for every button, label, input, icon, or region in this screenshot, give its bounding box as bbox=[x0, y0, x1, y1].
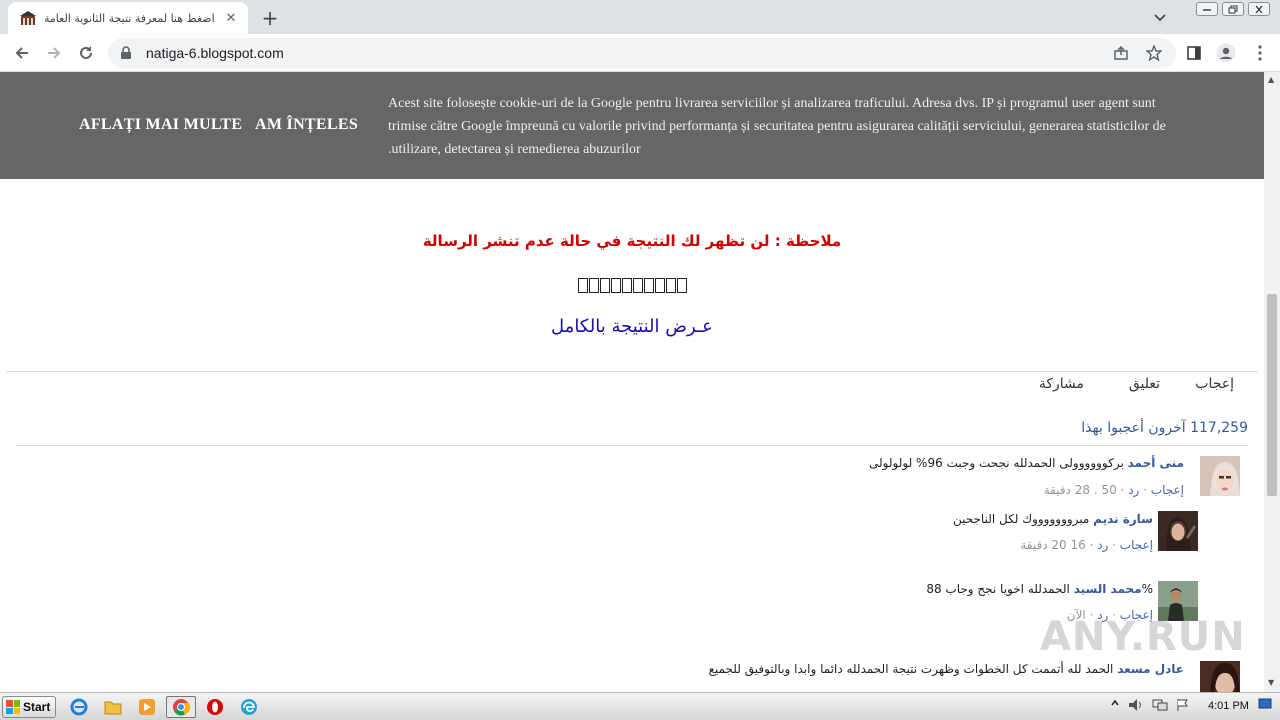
comment-action-button[interactable]: تعليق bbox=[1129, 376, 1160, 392]
start-label: Start bbox=[23, 700, 51, 714]
divider bbox=[16, 445, 1248, 446]
watermark-logo: ANY.RUN bbox=[1040, 612, 1245, 662]
taskbar: Start 4:01 PM bbox=[0, 692, 1280, 720]
comment-like-link[interactable]: إعجاب bbox=[1151, 483, 1184, 497]
tab-close-icon[interactable]: ✕ bbox=[222, 9, 240, 27]
missing-glyph-box bbox=[676, 277, 687, 293]
share-action-button[interactable]: مشاركة bbox=[1039, 376, 1084, 392]
comment-text: الحمد لله أتممت كل الخطوات وظهرت نتيجة ا… bbox=[708, 662, 1114, 676]
browser-toolbar: natiga-6.blogspot.com bbox=[0, 34, 1280, 72]
side-panel-icon[interactable] bbox=[1184, 43, 1204, 63]
address-bar[interactable]: natiga-6.blogspot.com bbox=[108, 38, 1176, 68]
divider bbox=[6, 371, 1258, 372]
network-icon[interactable] bbox=[1152, 698, 1168, 712]
comment-author[interactable]: منى أحمد bbox=[1128, 456, 1184, 470]
likes-text: آخرون أعجبوا بهذا bbox=[1081, 420, 1186, 436]
url-text: natiga-6.blogspot.com bbox=[146, 45, 284, 61]
menu-kebab-icon[interactable] bbox=[1250, 43, 1270, 63]
reload-icon[interactable] bbox=[74, 41, 98, 65]
start-button[interactable]: Start bbox=[2, 696, 56, 718]
full-result-link[interactable]: عـرض النتيجة بالكامل bbox=[0, 316, 1264, 337]
cookie-banner: AFLAȚI MAI MULTE AM ÎNȚELES Acest site f… bbox=[0, 72, 1264, 179]
missing-glyph-box bbox=[577, 277, 588, 293]
missing-glyph-box bbox=[654, 277, 665, 293]
page-viewport: AFLAȚI MAI MULTE AM ÎNȚELES Acest site f… bbox=[0, 72, 1264, 692]
comment-reply-link[interactable]: رد bbox=[1128, 483, 1139, 497]
missing-glyph-box bbox=[632, 277, 643, 293]
like-action-button[interactable]: إعجاب bbox=[1195, 376, 1234, 392]
comment-text: بركوووووولى الحمدلله نجحت وجبت 96% لولول… bbox=[869, 456, 1124, 470]
tab-title: اضغط هنا لمعرفة نتيجة الثانوية العامة bbox=[44, 11, 215, 25]
avatar[interactable] bbox=[1200, 661, 1240, 692]
profile-avatar-icon[interactable] bbox=[1216, 43, 1236, 63]
minimize-icon[interactable] bbox=[1196, 2, 1218, 16]
page-scrollbar[interactable]: ▲ ▼ bbox=[1264, 72, 1280, 692]
bookmark-star-icon[interactable] bbox=[1145, 44, 1163, 62]
comment-like-count: 50 bbox=[1101, 483, 1117, 497]
cookie-notice-text: Acest site folosește cookie-uri de la Go… bbox=[388, 96, 1166, 157]
tray-expand-icon[interactable] bbox=[1110, 698, 1120, 708]
back-arrow-icon[interactable] bbox=[10, 41, 34, 65]
learn-more-button[interactable]: AFLAȚI MAI MULTE bbox=[79, 116, 242, 134]
edge-icon[interactable] bbox=[234, 696, 264, 718]
favicon-icon bbox=[20, 10, 36, 26]
windows-logo-icon bbox=[6, 700, 20, 714]
scroll-up-arrow-icon[interactable]: ▲ bbox=[1268, 75, 1274, 84]
watermark-text: ANY.RUN bbox=[1040, 614, 1246, 660]
tab-strip: اضغط هنا لمعرفة نتيجة الثانوية العامة ✕ … bbox=[0, 0, 1280, 34]
comment-time: 20 دقيقة bbox=[1020, 538, 1067, 552]
missing-glyph-box bbox=[665, 277, 676, 293]
tab-search-chevron-icon[interactable] bbox=[1150, 8, 1170, 28]
internet-explorer-icon[interactable] bbox=[64, 696, 94, 718]
warning-note: ملاحظة : لن تظهر لك النتيجة في حالة عدم … bbox=[422, 232, 842, 250]
forward-arrow-icon[interactable] bbox=[42, 41, 66, 65]
likes-count: 117,259 bbox=[1190, 420, 1248, 436]
chrome-icon[interactable] bbox=[166, 696, 196, 718]
opera-icon[interactable] bbox=[200, 696, 230, 718]
comment-like-link[interactable]: إعجاب bbox=[1120, 538, 1153, 552]
likes-summary: 117,259 آخرون أعجبوا بهذا bbox=[1081, 420, 1248, 436]
missing-glyph-box bbox=[610, 277, 621, 293]
comment-author[interactable]: عادل مسعد bbox=[1117, 662, 1184, 676]
missing-glyph-box bbox=[621, 277, 632, 293]
scrollbar-thumb[interactable] bbox=[1267, 294, 1277, 496]
taskbar-clock[interactable]: 4:01 PM bbox=[1208, 700, 1249, 712]
missing-glyph-boxes bbox=[0, 274, 1264, 295]
avatar[interactable] bbox=[1158, 511, 1198, 551]
close-window-icon[interactable] bbox=[1248, 2, 1270, 16]
comment-time: 28 دقيقة bbox=[1043, 483, 1091, 497]
comment-like-count: 16 bbox=[1070, 538, 1086, 552]
missing-glyph-box bbox=[643, 277, 654, 293]
comment-author[interactable]: محمد السيد bbox=[1074, 582, 1142, 596]
comment-text: مبروووووووك لكل الناجحين bbox=[953, 512, 1090, 526]
restore-icon[interactable] bbox=[1222, 2, 1244, 16]
missing-glyph-box bbox=[588, 277, 599, 293]
lock-icon[interactable] bbox=[120, 46, 134, 60]
accept-cookies-button[interactable]: AM ÎNȚELES bbox=[255, 116, 358, 134]
browser-tab[interactable]: اضغط هنا لمعرفة نتيجة الثانوية العامة ✕ bbox=[8, 2, 248, 34]
window-controls bbox=[1196, 2, 1270, 16]
new-tab-button[interactable]: + bbox=[258, 6, 282, 30]
comment-author[interactable]: سارة نديم bbox=[1093, 512, 1153, 526]
action-center-flag-icon[interactable] bbox=[1176, 698, 1190, 712]
missing-glyph-box bbox=[599, 277, 610, 293]
show-desktop-icon[interactable] bbox=[1258, 698, 1272, 710]
avatar[interactable] bbox=[1200, 456, 1240, 496]
volume-icon[interactable] bbox=[1128, 698, 1144, 712]
share-page-icon[interactable] bbox=[1112, 44, 1130, 62]
comment-reply-link[interactable]: رد bbox=[1097, 538, 1108, 552]
file-explorer-icon[interactable] bbox=[98, 696, 128, 718]
scroll-down-arrow-icon[interactable]: ▼ bbox=[1268, 678, 1274, 687]
media-player-icon[interactable] bbox=[132, 696, 162, 718]
